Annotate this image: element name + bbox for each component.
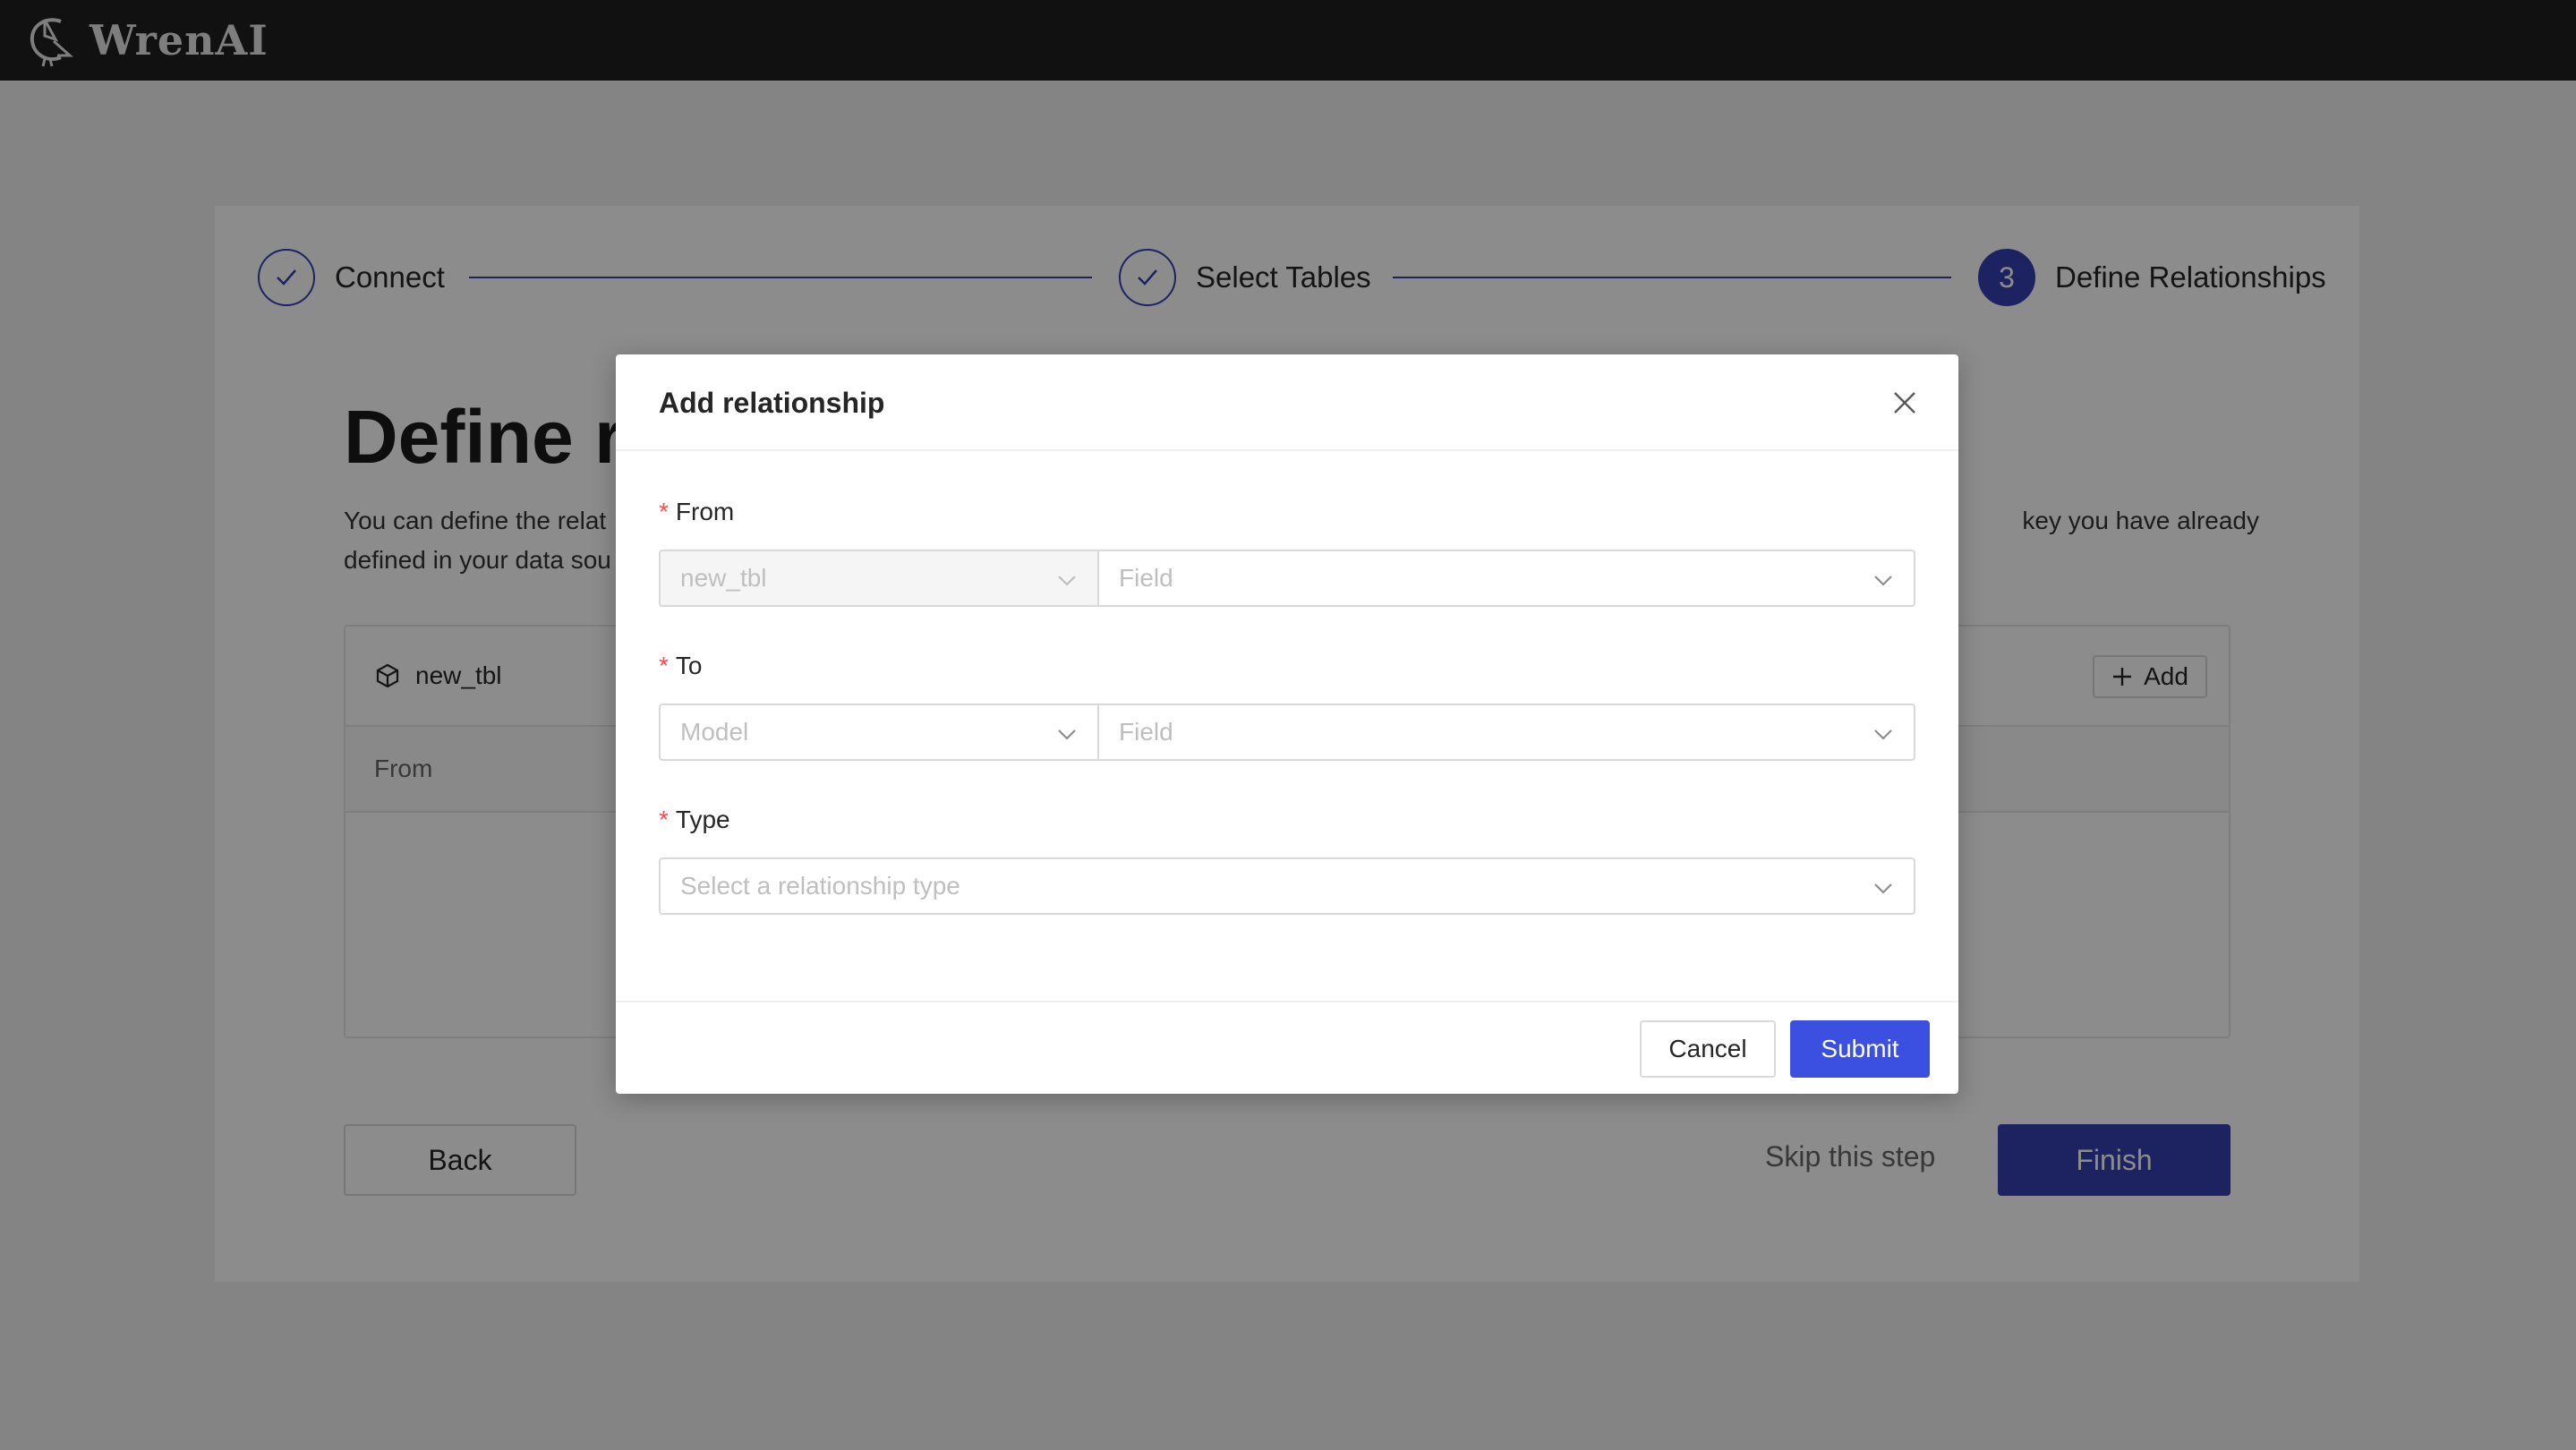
cancel-button[interactable]: Cancel xyxy=(1640,1020,1776,1078)
chevron-down-icon xyxy=(1058,576,1076,586)
to-model-select[interactable]: Model xyxy=(659,704,1099,761)
submit-button[interactable]: Submit xyxy=(1790,1020,1930,1078)
from-label: * From xyxy=(659,498,734,526)
relationship-type-select[interactable]: Select a relationship type xyxy=(659,857,1915,915)
chevron-down-icon xyxy=(1874,576,1892,586)
add-relationship-modal: Add relationship * From new_tbl Field * To… xyxy=(616,354,1958,1094)
to-model-placeholder: Model xyxy=(680,718,749,746)
to-label-text: To xyxy=(675,652,703,679)
required-mark: * xyxy=(659,652,669,679)
to-field-placeholder: Field xyxy=(1119,718,1173,746)
required-mark: * xyxy=(659,806,669,833)
from-field-select[interactable]: Field xyxy=(1097,550,1915,607)
type-label: * Type xyxy=(659,806,730,834)
to-field-select[interactable]: Field xyxy=(1097,704,1915,761)
type-label-text: Type xyxy=(675,806,730,833)
modal-title: Add relationship xyxy=(659,387,885,419)
close-button[interactable] xyxy=(1887,385,1923,421)
chevron-down-icon xyxy=(1058,729,1076,740)
to-label: * To xyxy=(659,652,702,680)
modal-header: Add relationship xyxy=(616,354,1958,451)
chevron-down-icon xyxy=(1874,883,1892,894)
from-label-text: From xyxy=(675,498,735,525)
from-model-select[interactable]: new_tbl xyxy=(659,550,1099,607)
required-mark: * xyxy=(659,498,669,525)
close-icon xyxy=(1894,392,1915,414)
chevron-down-icon xyxy=(1874,729,1892,740)
from-field-placeholder: Field xyxy=(1119,564,1173,592)
type-placeholder: Select a relationship type xyxy=(680,872,960,900)
from-model-value: new_tbl xyxy=(680,564,767,592)
modal-footer: Cancel Submit xyxy=(616,1001,1958,1094)
